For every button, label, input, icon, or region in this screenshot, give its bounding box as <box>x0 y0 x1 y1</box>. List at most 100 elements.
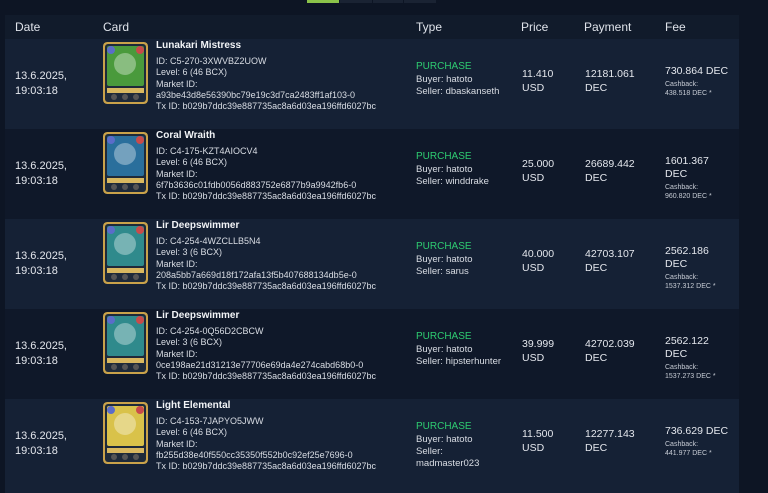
cashback-label: Cashback: <box>665 274 699 281</box>
payment-unit: DEC <box>585 82 608 94</box>
fee-value: 736.629 DEC <box>665 425 729 437</box>
payment-unit: DEC <box>585 172 608 184</box>
fee-unit: DEC <box>665 348 688 360</box>
price-cell: 40.000 USD <box>522 247 554 275</box>
card-name[interactable]: Lir Deepswimmer <box>156 310 376 321</box>
time-text: 19:03:18 <box>15 445 58 457</box>
header-type[interactable]: Type <box>416 20 442 34</box>
table-row: 13.6.2025, 19:03:18 Light Elemental ID: … <box>5 399 739 489</box>
pagination-segment[interactable] <box>340 0 373 3</box>
payment-unit: DEC <box>585 442 608 454</box>
price-unit: USD <box>522 262 545 274</box>
type-cell: PURCHASE Buyer: hatoto Seller: dbaskanse… <box>416 61 499 98</box>
cashback-value: 1537.273 DEC * <box>665 373 716 380</box>
market-id-label: Market ID: <box>156 438 198 449</box>
card-info: Lir Deepswimmer ID: C4-254-4WZCLLB5N4 Le… <box>156 219 376 292</box>
payment-value: 26689.442 <box>585 158 635 170</box>
next-row-edge <box>5 489 739 493</box>
purchase-badge: PURCHASE <box>416 61 472 72</box>
table-row: 13.6.2025, 19:03:18 Lunakari Mistress ID… <box>5 39 739 129</box>
card-id: ID: C4-153-7JAPYO5JWW <box>156 416 264 427</box>
date-text: 13.6.2025, <box>15 430 67 442</box>
purchase-badge: PURCHASE <box>416 241 472 252</box>
fee-cell: 736.629 DEC Cashback: 441.977 DEC * <box>665 425 728 458</box>
pagination-segment-active[interactable] <box>307 0 340 3</box>
cashback-value: 438.518 DEC * <box>665 90 712 97</box>
buyer: Buyer: hatoto <box>416 344 473 355</box>
seller-name: madmaster023 <box>416 458 480 469</box>
time-text: 19:03:18 <box>15 85 58 97</box>
cashback-value: 441.977 DEC * <box>665 450 712 457</box>
fee-value: 730.864 DEC <box>665 65 729 77</box>
card-id: ID: C4-175-KZT4AIOCV4 <box>156 146 258 157</box>
pagination-segment[interactable] <box>404 0 437 3</box>
cashback-label: Cashback: <box>665 441 699 448</box>
price-value: 11.410 <box>522 68 554 80</box>
pagination-segment[interactable] <box>373 0 404 3</box>
price-value: 11.500 <box>522 428 554 440</box>
card-level: Level: 6 (46 BCX) <box>156 157 228 168</box>
date-cell: 13.6.2025, 19:03:18 <box>15 39 67 129</box>
price-cell: 25.000 USD <box>522 157 554 185</box>
price-cell: 11.410 USD <box>522 67 553 95</box>
pagination-bar <box>307 0 437 3</box>
tx-id[interactable]: Tx ID: b029b7ddc39e887735ac8a6d03ea196ff… <box>156 371 376 382</box>
card-info: Coral Wraith ID: C4-175-KZT4AIOCV4 Level… <box>156 129 376 202</box>
purchase-badge: PURCHASE <box>416 151 472 162</box>
card-name[interactable]: Lunakari Mistress <box>156 40 376 51</box>
fee-cell: 2562.122 DEC Cashback: 1537.273 DEC * <box>665 335 716 381</box>
table-row: 13.6.2025, 19:03:18 Lir Deepswimmer ID: … <box>5 309 739 399</box>
fee-cell: 2562.186 DEC Cashback: 1537.312 DEC * <box>665 245 716 291</box>
seller: Seller: winddrake <box>416 176 489 187</box>
time-text: 19:03:18 <box>15 265 58 277</box>
tx-id[interactable]: Tx ID: b029b7ddc39e887735ac8a6d03ea196ff… <box>156 281 376 292</box>
date-cell: 13.6.2025, 19:03:18 <box>15 309 67 399</box>
market-id: 6f7b3636c01fdb0056d883752e6877b9a9942fb6… <box>156 179 357 190</box>
card-thumbnail[interactable] <box>103 42 148 104</box>
payment-cell: 26689.442 DEC <box>585 157 635 185</box>
header-fee[interactable]: Fee <box>665 20 686 34</box>
fee-unit: DEC <box>665 168 688 180</box>
tx-id[interactable]: Tx ID: b029b7ddc39e887735ac8a6d03ea196ff… <box>156 461 376 472</box>
card-level: Level: 6 (46 BCX) <box>156 67 228 78</box>
market-id: 0ce198ae21d31213e77706e69da4e274cabd68b0… <box>156 359 364 370</box>
fee-cell: 1601.367 DEC Cashback: 960.820 DEC * <box>665 155 712 201</box>
header-card[interactable]: Card <box>103 20 129 34</box>
tx-id[interactable]: Tx ID: b029b7ddc39e887735ac8a6d03ea196ff… <box>156 191 376 202</box>
payment-value: 12181.061 <box>585 68 635 80</box>
date-cell: 13.6.2025, 19:03:18 <box>15 129 67 219</box>
header-price[interactable]: Price <box>521 20 548 34</box>
buyer: Buyer: hatoto <box>416 74 473 85</box>
market-id: a93be43d8e56390bc79e19c3d7ca2483ff1af103… <box>156 89 356 100</box>
fee-unit: DEC <box>665 258 688 270</box>
payment-cell: 12277.143 DEC <box>585 427 635 455</box>
date-text: 13.6.2025, <box>15 160 67 172</box>
fee-cell: 730.864 DEC Cashback: 438.518 DEC * <box>665 65 728 98</box>
card-thumbnail[interactable] <box>103 132 148 194</box>
market-id: fb255d38e40f550cc35350f552b0c92ef25e7696… <box>156 449 353 460</box>
tx-id[interactable]: Tx ID: b029b7ddc39e887735ac8a6d03ea196ff… <box>156 101 376 112</box>
fee-value: 2562.186 <box>665 245 709 257</box>
type-cell: PURCHASE Buyer: hatoto Seller: winddrake <box>416 151 489 188</box>
card-info: Light Elemental ID: C4-153-7JAPYO5JWW Le… <box>156 399 376 472</box>
header-date[interactable]: Date <box>15 20 40 34</box>
cashback-value: 1537.312 DEC * <box>665 283 716 290</box>
table-row: 13.6.2025, 19:03:18 Lir Deepswimmer ID: … <box>5 219 739 309</box>
card-thumbnail[interactable] <box>103 402 148 464</box>
card-name[interactable]: Coral Wraith <box>156 130 376 141</box>
card-thumbnail[interactable] <box>103 222 148 284</box>
payment-cell: 42702.039 DEC <box>585 337 635 365</box>
seller: Seller: hipsterhunter <box>416 356 502 367</box>
card-info: Lir Deepswimmer ID: C4-254-0Q56D2CBCW Le… <box>156 309 376 382</box>
card-id: ID: C4-254-4WZCLLB5N4 <box>156 236 261 247</box>
card-name[interactable]: Light Elemental <box>156 400 376 411</box>
price-unit: USD <box>522 82 545 94</box>
card-thumbnail[interactable] <box>103 312 148 374</box>
market-id: 208a5bb7a669d18f172afa13f5b407688134db5e… <box>156 269 357 280</box>
card-name[interactable]: Lir Deepswimmer <box>156 220 376 231</box>
price-value: 25.000 <box>522 158 555 170</box>
payment-unit: DEC <box>585 262 608 274</box>
header-payment[interactable]: Payment <box>584 20 631 34</box>
purchase-badge: PURCHASE <box>416 421 472 432</box>
buyer: Buyer: hatoto <box>416 254 473 265</box>
